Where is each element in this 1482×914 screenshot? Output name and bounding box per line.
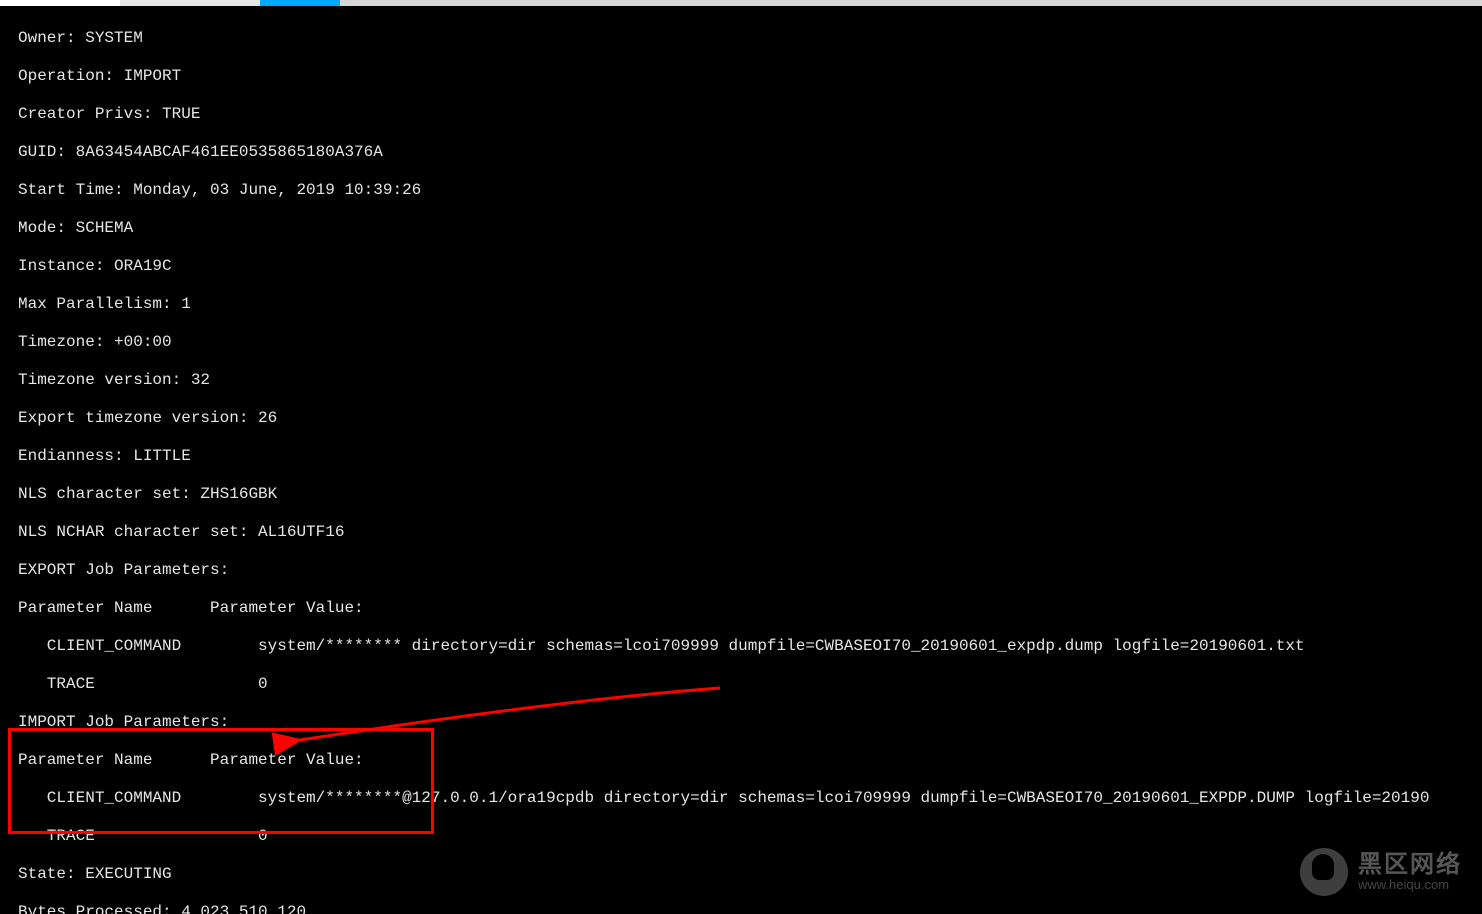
output-line: Endianness: LITTLE	[18, 447, 1464, 466]
output-line: Parameter Name Parameter Value:	[18, 751, 1464, 770]
output-line: Owner: SYSTEM	[18, 29, 1464, 48]
output-line: CLIENT_COMMAND system/********@127.0.0.1…	[18, 789, 1464, 808]
output-line: Max Parallelism: 1	[18, 295, 1464, 314]
output-line: Creator Privs: TRUE	[18, 105, 1464, 124]
output-line: Start Time: Monday, 03 June, 2019 10:39:…	[18, 181, 1464, 200]
output-line: State: EXECUTING	[18, 865, 1464, 884]
watermark-logo-icon	[1300, 848, 1348, 896]
watermark: 黑区网络 www.heiqu.com	[1300, 848, 1462, 896]
watermark-title: 黑区网络	[1358, 852, 1462, 878]
output-line: Bytes Processed: 4,023,510,120	[18, 903, 1464, 914]
output-line: Operation: IMPORT	[18, 67, 1464, 86]
output-line: NLS character set: ZHS16GBK	[18, 485, 1464, 504]
output-line: GUID: 8A63454ABCAF461EE0535865180A376A	[18, 143, 1464, 162]
output-line: NLS NCHAR character set: AL16UTF16	[18, 523, 1464, 542]
output-line: Parameter Name Parameter Value:	[18, 599, 1464, 618]
output-line: TRACE 0	[18, 675, 1464, 694]
output-line: EXPORT Job Parameters:	[18, 561, 1464, 580]
output-line: Timezone: +00:00	[18, 333, 1464, 352]
output-line: Timezone version: 32	[18, 371, 1464, 390]
output-line: IMPORT Job Parameters:	[18, 713, 1464, 732]
output-line: TRACE 0	[18, 827, 1464, 846]
output-line: Export timezone version: 26	[18, 409, 1464, 428]
terminal-output: Owner: SYSTEM Operation: IMPORT Creator …	[0, 6, 1482, 914]
output-line: Mode: SCHEMA	[18, 219, 1464, 238]
watermark-url: www.heiqu.com	[1358, 878, 1462, 892]
output-line: CLIENT_COMMAND system/******** directory…	[18, 637, 1464, 656]
output-line: Instance: ORA19C	[18, 257, 1464, 276]
